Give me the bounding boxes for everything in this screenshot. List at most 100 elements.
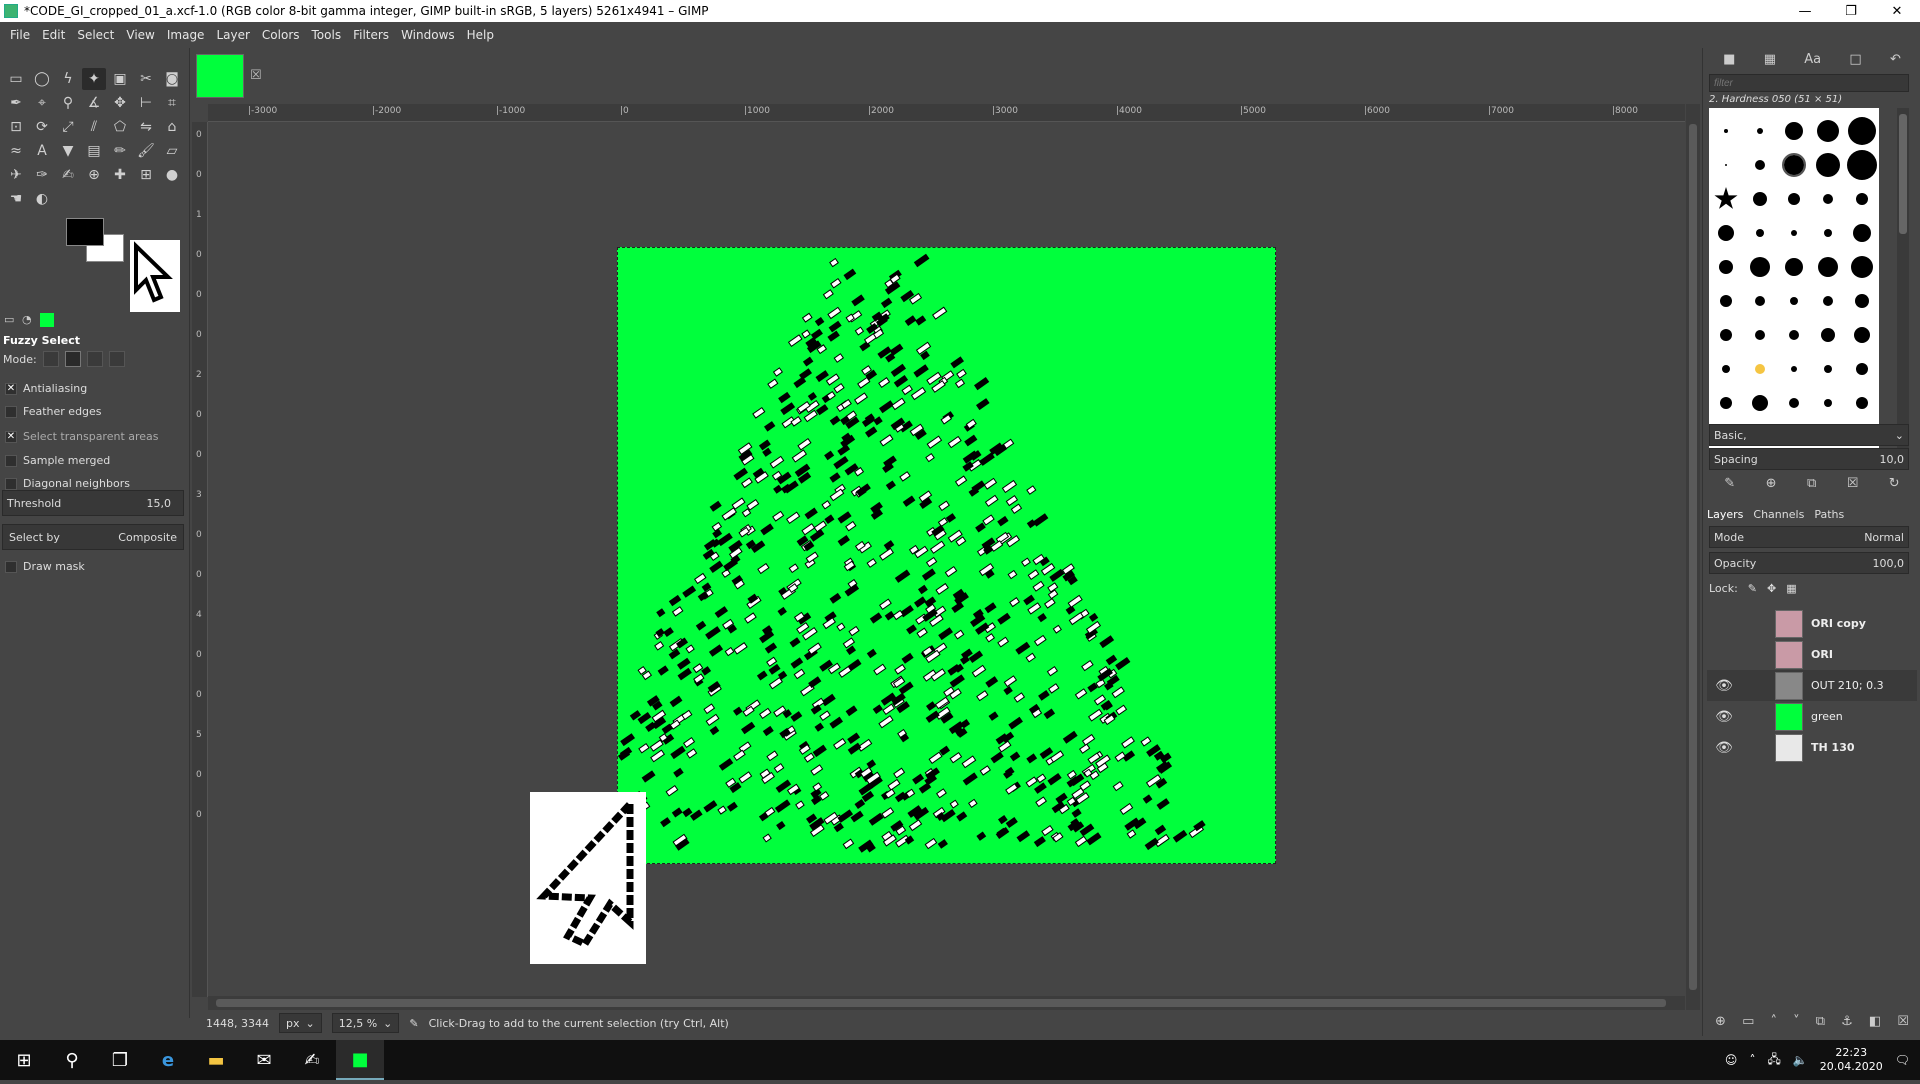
gimp-image-taskbar-icon[interactable]: ■ [336, 1040, 384, 1080]
clock[interactable]: 22:23 20.04.2020 [1820, 1046, 1883, 1074]
network-icon[interactable]: 🖧 [1767, 1050, 1780, 1071]
brush-preview[interactable] [1845, 148, 1879, 182]
minimize-button[interactable]: — [1782, 0, 1828, 22]
menu-windows[interactable]: Windows [395, 28, 461, 42]
draw-mask-checkbox[interactable]: Draw mask [5, 560, 85, 573]
tool-options-tab-icon[interactable]: ▭ [4, 313, 18, 327]
brush-grid[interactable] [1709, 108, 1879, 468]
paths-tool-icon[interactable]: ✒ [4, 92, 28, 114]
dodge-burn-tool-icon[interactable]: ◐ [30, 188, 54, 210]
brush-preview[interactable] [1709, 148, 1743, 182]
brush-preview[interactable] [1845, 318, 1879, 352]
close-button[interactable]: ✕ [1874, 0, 1920, 22]
eraser-tool-icon[interactable]: ▱ [160, 140, 184, 162]
patterns-tab-icon[interactable]: ▦ [1764, 52, 1776, 67]
delete-layer-icon[interactable]: ☒ [1897, 1014, 1909, 1029]
cage-tool-icon[interactable]: ⌂ [160, 116, 184, 138]
brush-preview[interactable] [1811, 114, 1845, 148]
brush-preview[interactable] [1709, 250, 1743, 284]
brush-preview[interactable] [1777, 352, 1811, 386]
layer-row[interactable]: ORI copy [1707, 608, 1917, 639]
mail-icon[interactable]: ✉ [240, 1040, 288, 1080]
select-by-dropdown[interactable]: Select by Composite [2, 524, 184, 550]
menu-file[interactable]: File [4, 28, 36, 42]
brush-preview[interactable] [1845, 250, 1879, 284]
opacity-spinner[interactable]: Opacity 100,0 [1709, 552, 1909, 574]
checkbox-box[interactable]: ✕ [5, 430, 17, 443]
brush-preview[interactable] [1709, 114, 1743, 148]
lower-layer-icon[interactable]: ˅ [1793, 1014, 1800, 1029]
refresh-brushes-icon[interactable]: ↻ [1889, 476, 1900, 491]
fuzzy-select-tool-icon[interactable]: ✦ [82, 68, 106, 90]
vertical-scrollbar[interactable] [1686, 104, 1700, 1010]
brush-preview[interactable] [1811, 352, 1845, 386]
zoom-tool-icon[interactable]: ⚲ [56, 92, 80, 114]
brush-preview[interactable] [1811, 148, 1845, 182]
edit-brush-icon[interactable]: ✎ [1724, 476, 1735, 491]
brush-preview[interactable] [1743, 216, 1777, 250]
spacing-spinner[interactable]: Spacing 10,0 [1709, 448, 1909, 470]
lock-position-icon[interactable]: ✥ [1767, 582, 1776, 595]
free-select-tool-icon[interactable]: ϟ [56, 68, 80, 90]
visibility-eye-icon[interactable]: 👁 [1707, 709, 1741, 725]
brush-preview[interactable] [1709, 284, 1743, 318]
layer-row[interactable]: 👁 OUT 210; 0.3 [1707, 670, 1917, 701]
layer-row[interactable]: 👁 green [1707, 701, 1917, 732]
close-image-icon[interactable]: ☒ [250, 68, 262, 83]
bucket-fill-tool-icon[interactable]: ▼ [56, 140, 80, 162]
text-tool-icon[interactable]: A [30, 140, 54, 162]
raise-layer-icon[interactable]: ˄ [1770, 1014, 1777, 1029]
heal-tool-icon[interactable]: ✚ [108, 164, 132, 186]
visibility-eye-icon[interactable]: 👁 [1707, 678, 1741, 694]
brush-preview[interactable] [1811, 318, 1845, 352]
volume-icon[interactable]: 🔈 [1793, 1053, 1808, 1067]
brush-preview[interactable] [1845, 352, 1879, 386]
align-tool-icon[interactable]: ⊢ [134, 92, 158, 114]
foreground-color-swatch[interactable] [66, 218, 104, 246]
horizontal-scrollbar[interactable] [208, 996, 1685, 1010]
menu-filters[interactable]: Filters [347, 28, 395, 42]
brush-preview[interactable] [1811, 250, 1845, 284]
brush-preview[interactable] [1709, 386, 1743, 420]
paintbrush-tool-icon[interactable]: 🖌 [134, 140, 158, 162]
menu-tools[interactable]: Tools [306, 28, 348, 42]
brush-preview[interactable] [1743, 386, 1777, 420]
diagonal-neighbors-checkbox[interactable]: Diagonal neighbors [5, 477, 130, 490]
brush-preview[interactable] [1777, 284, 1811, 318]
start-button-icon[interactable]: ⊞ [0, 1040, 48, 1080]
mask-layer-icon[interactable]: ◧ [1869, 1014, 1881, 1029]
brush-preview[interactable] [1709, 352, 1743, 386]
menu-select[interactable]: Select [71, 28, 120, 42]
move-tool-icon[interactable]: ✥ [108, 92, 132, 114]
brush-preview[interactable] [1777, 182, 1811, 216]
opacity-value[interactable]: 100,0 [1873, 557, 1905, 570]
scale-tool-icon[interactable]: ⤢ [56, 116, 80, 138]
checkbox-box[interactable] [5, 454, 17, 467]
brush-preview[interactable] [1743, 284, 1777, 318]
brush-preview[interactable] [1845, 216, 1879, 250]
brush-preview[interactable] [1777, 386, 1811, 420]
mypaint-tool-icon[interactable]: ✍ [56, 164, 80, 186]
show-hidden-icons-icon[interactable]: ˄ [1749, 1053, 1755, 1067]
tab-channels[interactable]: Channels [1753, 508, 1804, 521]
ellipse-select-tool-icon[interactable]: ◯ [30, 68, 54, 90]
file-explorer-icon[interactable]: ▬ [192, 1040, 240, 1080]
people-icon[interactable]: ☺ [1725, 1053, 1738, 1067]
brush-preview[interactable] [1811, 216, 1845, 250]
menu-layer[interactable]: Layer [210, 28, 255, 42]
image-canvas[interactable] [617, 247, 1276, 864]
menu-colors[interactable]: Colors [256, 28, 306, 42]
perspective-tool-icon[interactable]: ⬠ [108, 116, 132, 138]
device-status-tab-icon[interactable]: ◔ [22, 313, 36, 327]
brush-preview[interactable] [1743, 250, 1777, 284]
delete-brush-icon[interactable]: ☒ [1847, 476, 1859, 491]
brush-preview[interactable] [1777, 114, 1811, 148]
blend-tool-icon[interactable]: ▤ [82, 140, 106, 162]
feather-edges-checkbox[interactable]: Feather edges [5, 405, 102, 418]
brush-preview[interactable] [1709, 216, 1743, 250]
notifications-icon[interactable]: 🗨 [1895, 1053, 1910, 1067]
gimp-taskbar-icon[interactable]: ✍ [288, 1040, 336, 1080]
checkbox-box[interactable]: ✕ [5, 382, 17, 395]
brush-preview[interactable] [1743, 148, 1777, 182]
mode-replace-button[interactable] [42, 351, 59, 367]
